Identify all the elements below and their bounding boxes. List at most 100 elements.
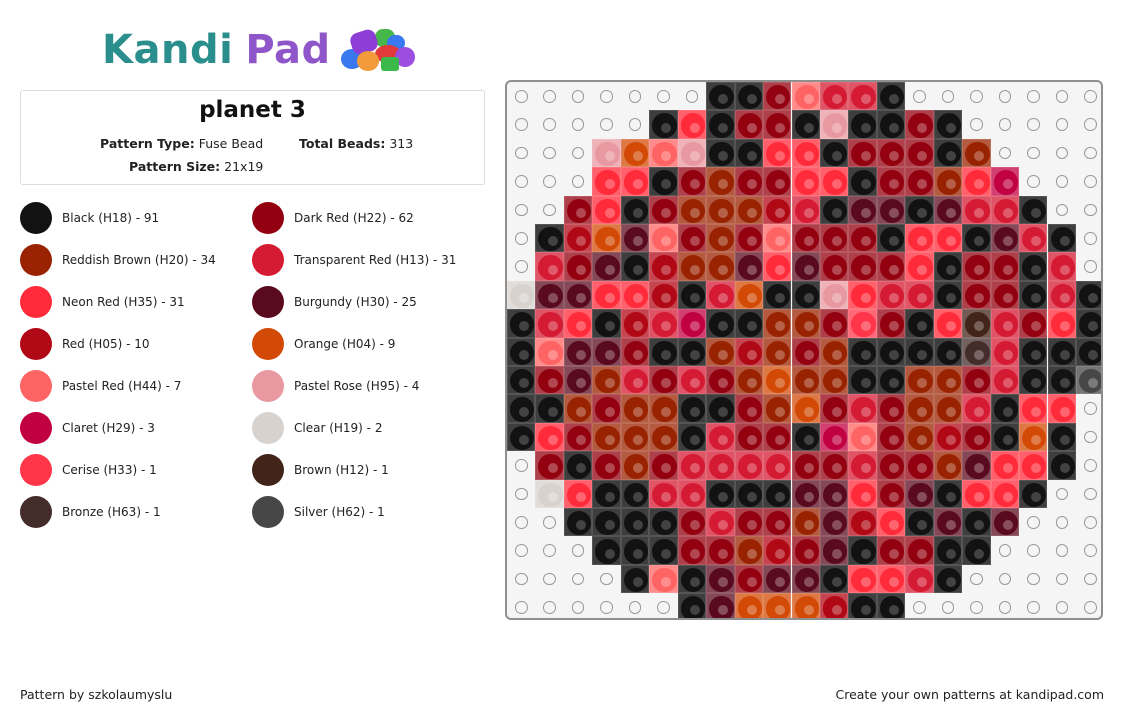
- bead[interactable]: [933, 280, 963, 310]
- bead[interactable]: [734, 451, 763, 480]
- bead[interactable]: [848, 422, 877, 452]
- bead[interactable]: [677, 366, 707, 395]
- bead-pegboard[interactable]: [505, 80, 1103, 620]
- bead[interactable]: [848, 536, 877, 565]
- empty-peg[interactable]: [507, 536, 535, 564]
- bead[interactable]: [763, 394, 792, 423]
- bead[interactable]: [677, 337, 707, 366]
- bead[interactable]: [905, 167, 934, 196]
- bead[interactable]: [905, 138, 934, 168]
- empty-peg[interactable]: [535, 82, 563, 110]
- empty-peg[interactable]: [1048, 139, 1076, 167]
- bead[interactable]: [649, 110, 678, 139]
- bead[interactable]: [649, 309, 678, 338]
- bead[interactable]: [819, 536, 849, 565]
- bead[interactable]: [563, 366, 593, 395]
- bead[interactable]: [905, 536, 934, 565]
- bead[interactable]: [848, 110, 877, 139]
- bead[interactable]: [563, 280, 593, 310]
- bead[interactable]: [507, 394, 536, 423]
- bead[interactable]: [876, 252, 906, 281]
- bead[interactable]: [791, 280, 820, 310]
- bead[interactable]: [876, 337, 906, 366]
- empty-peg[interactable]: [1076, 536, 1101, 564]
- bead[interactable]: [649, 564, 678, 594]
- bead[interactable]: [1076, 366, 1101, 395]
- empty-peg[interactable]: [507, 508, 535, 536]
- empty-peg[interactable]: [1019, 82, 1047, 110]
- bead[interactable]: [990, 252, 1020, 281]
- bead[interactable]: [819, 195, 849, 224]
- bead[interactable]: [677, 167, 707, 196]
- empty-peg[interactable]: [507, 565, 535, 593]
- bead[interactable]: [563, 422, 593, 452]
- bead[interactable]: [933, 394, 963, 423]
- empty-peg[interactable]: [621, 82, 649, 110]
- bead[interactable]: [848, 564, 877, 594]
- empty-peg[interactable]: [1076, 82, 1101, 110]
- bead[interactable]: [592, 451, 621, 480]
- bead[interactable]: [876, 138, 906, 168]
- bead[interactable]: [535, 309, 564, 338]
- bead[interactable]: [791, 422, 820, 452]
- bead[interactable]: [620, 508, 650, 537]
- empty-peg[interactable]: [592, 593, 620, 618]
- bead[interactable]: [706, 366, 735, 395]
- bead[interactable]: [620, 252, 650, 281]
- bead[interactable]: [763, 167, 792, 196]
- bead[interactable]: [734, 138, 763, 168]
- bead[interactable]: [706, 394, 735, 423]
- bead[interactable]: [990, 479, 1020, 508]
- bead[interactable]: [734, 593, 763, 618]
- bead[interactable]: [535, 280, 564, 310]
- bead[interactable]: [791, 309, 820, 338]
- empty-peg[interactable]: [507, 451, 535, 479]
- bead[interactable]: [819, 82, 849, 111]
- empty-peg[interactable]: [507, 139, 535, 167]
- empty-peg[interactable]: [1019, 139, 1047, 167]
- bead[interactable]: [592, 508, 621, 537]
- bead[interactable]: [535, 224, 564, 253]
- bead[interactable]: [962, 451, 991, 480]
- bead[interactable]: [1019, 479, 1048, 508]
- bead[interactable]: [819, 451, 849, 480]
- bead[interactable]: [905, 224, 934, 253]
- empty-peg[interactable]: [1076, 224, 1101, 252]
- bead[interactable]: [876, 479, 906, 508]
- bead[interactable]: [649, 252, 678, 281]
- bead[interactable]: [706, 195, 735, 224]
- bead[interactable]: [677, 593, 707, 618]
- empty-peg[interactable]: [592, 82, 620, 110]
- empty-peg[interactable]: [564, 536, 592, 564]
- empty-peg[interactable]: [1019, 167, 1047, 195]
- bead[interactable]: [535, 252, 564, 281]
- bead[interactable]: [592, 167, 621, 196]
- kandipad-promo-link[interactable]: Create your own patterns at kandipad.com: [835, 687, 1104, 702]
- bead[interactable]: [706, 508, 735, 537]
- bead[interactable]: [535, 394, 564, 423]
- bead[interactable]: [933, 479, 963, 508]
- bead[interactable]: [848, 394, 877, 423]
- bead[interactable]: [1076, 280, 1101, 310]
- bead[interactable]: [620, 224, 650, 253]
- bead[interactable]: [933, 366, 963, 395]
- bead[interactable]: [819, 422, 849, 452]
- bead[interactable]: [990, 508, 1020, 537]
- bead[interactable]: [876, 224, 906, 253]
- bead[interactable]: [734, 394, 763, 423]
- bead[interactable]: [791, 195, 820, 224]
- empty-peg[interactable]: [1048, 480, 1076, 508]
- bead[interactable]: [1047, 451, 1076, 480]
- bead[interactable]: [905, 337, 934, 366]
- bead[interactable]: [791, 110, 820, 139]
- bead[interactable]: [535, 366, 564, 395]
- bead[interactable]: [706, 224, 735, 253]
- bead[interactable]: [620, 138, 650, 168]
- empty-peg[interactable]: [592, 110, 620, 138]
- bead[interactable]: [620, 337, 650, 366]
- empty-peg[interactable]: [507, 593, 535, 618]
- empty-peg[interactable]: [507, 252, 535, 280]
- bead[interactable]: [620, 451, 650, 480]
- empty-peg[interactable]: [535, 196, 563, 224]
- bead[interactable]: [734, 309, 763, 338]
